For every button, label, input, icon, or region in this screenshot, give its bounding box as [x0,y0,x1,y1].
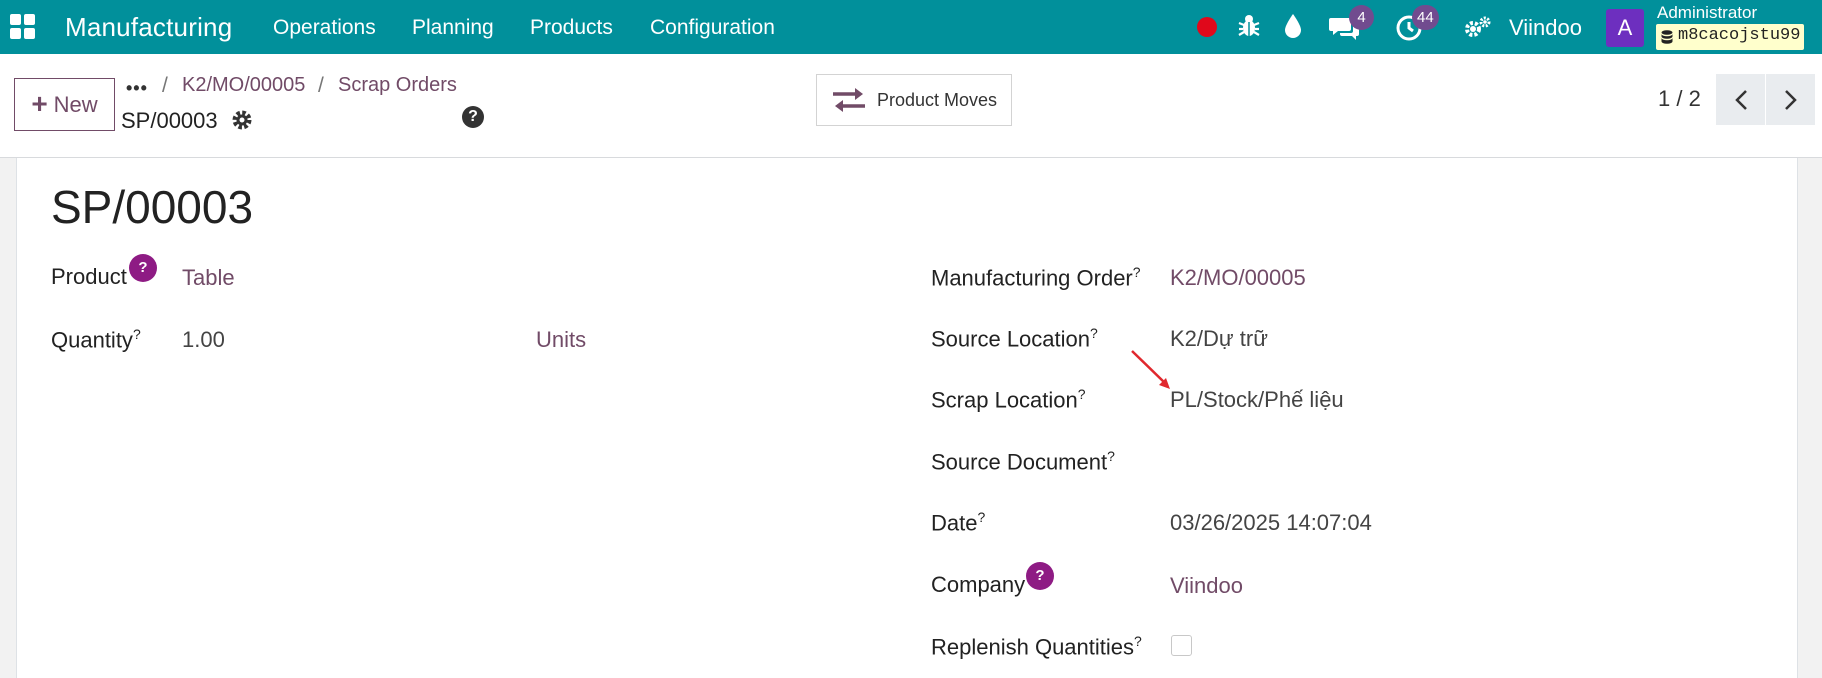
scrap-location-label: Scrap Location? [931,386,1086,413]
source-location-label: Source Location? [931,325,1098,352]
record-title: SP/00003 [51,181,254,233]
company-field[interactable]: Viindoo [1170,573,1243,599]
plus-icon: + [31,87,48,119]
replenish-quantities-help-icon[interactable]: ? [1134,633,1142,649]
source-document-help-icon[interactable]: ? [1107,448,1115,464]
breadcrumb-separator: / [162,74,168,97]
scrap-location-field[interactable]: PL/Stock/Phế liệu [1170,387,1344,413]
product-moves-label: Product Moves [877,89,998,110]
user-name[interactable]: Administrator [1657,3,1757,23]
quantity-label: Quantity? [51,326,141,353]
company-help-icon[interactable]: ? [1026,562,1054,590]
source-location-help-icon[interactable]: ? [1090,325,1098,341]
date-help-icon[interactable]: ? [977,509,985,525]
breadcrumb-separator: / [318,74,324,97]
manufacturing-order-help-icon[interactable]: ? [1133,264,1141,280]
menu-configuration[interactable]: Configuration [650,16,775,40]
breadcrumb-current-record: SP/00003 [121,108,218,133]
control-panel: + New ••• / K2/MO/00005 / Scrap Orders S… [0,54,1822,158]
breadcrumb-scrap-orders[interactable]: Scrap Orders [338,74,457,97]
pager-previous-button[interactable] [1716,74,1765,125]
source-document-label: Source Document? [931,448,1115,475]
theme-drop-icon[interactable] [1284,12,1302,40]
exchange-arrows-icon [833,88,865,112]
product-field[interactable]: Table [182,265,235,291]
product-label: Product [51,264,127,289]
database-icon [1661,30,1673,44]
menu-products[interactable]: Products [530,16,613,40]
apps-menu-icon[interactable] [10,14,36,40]
annotation-arrow-icon [1131,350,1170,389]
product-help-icon[interactable]: ? [129,254,157,282]
debug-bug-icon[interactable] [1237,13,1261,39]
breadcrumb-more-icon[interactable]: ••• [126,78,148,99]
record-actions-gear-icon[interactable] [231,109,253,131]
replenish-quantities-label: Replenish Quantities? [931,633,1142,660]
new-button-label: New [53,91,98,117]
pager-next-button[interactable] [1766,74,1815,125]
pager-value[interactable]: 1 / 2 [1658,86,1701,112]
record-indicator-icon[interactable] [1197,17,1217,37]
manufacturing-order-field[interactable]: K2/MO/00005 [1170,265,1306,291]
company-switcher[interactable]: Viindoo [1509,15,1582,41]
quantity-help-icon[interactable]: ? [133,326,141,342]
source-location-field[interactable]: K2/Dự trữ [1170,326,1268,352]
manufacturing-order-label: Manufacturing Order? [931,264,1141,291]
uom-field[interactable]: Units [536,327,586,353]
form-sheet [16,158,1798,678]
database-name: m8cacojstu99 [1678,26,1801,45]
scrap-location-help-icon[interactable]: ? [1078,386,1086,402]
breadcrumb-mo[interactable]: K2/MO/00005 [182,74,305,97]
date-field[interactable]: 03/26/2025 14:07:04 [1170,510,1372,536]
help-icon[interactable]: ? [462,106,484,128]
top-navbar: Manufacturing Operations Planning Produc… [0,0,1822,54]
menu-operations[interactable]: Operations [273,16,376,40]
user-avatar[interactable]: A [1606,9,1644,47]
database-name-badge: m8cacojstu99 [1656,24,1805,50]
app-brand[interactable]: Manufacturing [65,12,232,43]
menu-planning[interactable]: Planning [412,16,494,40]
product-moves-button[interactable]: Product Moves [816,74,1012,126]
quantity-field[interactable]: 1.00 [182,327,225,353]
activities-badge: 44 [1412,5,1439,30]
replenish-quantities-checkbox[interactable] [1171,635,1192,656]
date-label: Date? [931,509,986,536]
settings-gears-icon[interactable] [1464,15,1492,39]
chevron-right-icon [1784,89,1797,110]
chevron-left-icon [1734,89,1747,110]
new-button[interactable]: + New [14,78,115,131]
company-label: Company [931,572,1026,597]
messages-badge: 4 [1349,5,1374,30]
